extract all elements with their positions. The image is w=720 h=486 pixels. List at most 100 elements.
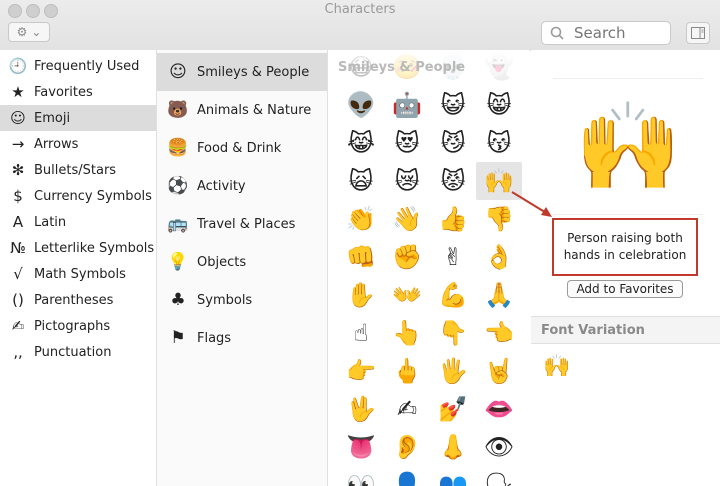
emoji-cell[interactable]: 👋 — [384, 200, 430, 238]
emoji-cell[interactable]: 👌 — [476, 238, 522, 276]
emoji-cell[interactable]: 👐 — [384, 276, 430, 314]
panel-icon — [691, 27, 705, 39]
star-icon: ★ — [11, 83, 25, 101]
emoji-cell[interactable]: ✊ — [384, 238, 430, 276]
bus-icon: 🚌 — [167, 214, 189, 234]
subcategory-list: ☺ Smileys & People 🐻 Animals & Nature 🍔 Food … — [157, 50, 328, 486]
gear-menu-button[interactable]: ⚙ ⌄ — [8, 22, 50, 42]
subcategory-item-animals-nature[interactable]: 🐻 Animals & Nature — [157, 91, 327, 129]
emoji-cell[interactable]: 🤘 — [476, 352, 522, 390]
subcategory-label: Smileys & People — [197, 64, 310, 80]
emoji-cell[interactable]: 😺 — [430, 86, 476, 124]
arrow-icon: → — [11, 135, 25, 153]
category-label: Bullets/Stars — [34, 162, 117, 178]
grid-section-header: Smileys & People — [338, 60, 466, 75]
emoji-cell[interactable]: 👏 — [338, 200, 384, 238]
emoji-cell[interactable]: 🗣 — [476, 466, 522, 486]
characters-window: Characters ⚙ ⌄ 🕘 Frequently Used ★ Favorite… — [0, 0, 720, 486]
category-item-arrows[interactable]: → Arrows — [0, 131, 156, 157]
emoji-cell[interactable]: 😽 — [476, 124, 522, 162]
emoji-grid: Smileys & People 😷🤒💀👻👽🤖😺😸😹😻😼😽🙀😿😾🙌👏👋👍👎👊✊✌… — [328, 50, 530, 486]
search-input[interactable] — [572, 23, 666, 43]
category-item-math-symbols[interactable]: √ Math Symbols — [0, 261, 156, 287]
pictograph-icon: ✍ — [11, 317, 25, 335]
emoji-cell[interactable]: 👽 — [338, 86, 384, 124]
category-item-bullets-stars[interactable]: ✻ Bullets/Stars — [0, 157, 156, 183]
subcategory-label: Food & Drink — [197, 140, 282, 156]
category-item-favorites[interactable]: ★ Favorites — [0, 79, 156, 105]
category-label: Frequently Used — [34, 58, 140, 74]
emoji-cell[interactable]: ✍ — [384, 390, 430, 428]
emoji-cell[interactable]: 🖖 — [338, 390, 384, 428]
soccer-ball-icon: ⚽ — [167, 176, 189, 196]
lightbulb-icon: 💡 — [167, 252, 189, 272]
emoji-cell[interactable]: 👤 — [384, 466, 430, 486]
emoji-cell[interactable]: 🖕 — [384, 352, 430, 390]
emoji-cell[interactable]: ☝ — [338, 314, 384, 352]
numero-icon: № — [10, 239, 26, 257]
emoji-cell[interactable]: 👂 — [384, 428, 430, 466]
font-variant-glyph[interactable]: 🙌 — [543, 354, 570, 379]
search-field[interactable] — [541, 21, 671, 45]
category-label: Arrows — [34, 136, 79, 152]
category-item-latin[interactable]: A Latin — [0, 209, 156, 235]
emoji-cell[interactable]: 👀 — [338, 466, 384, 486]
category-item-pictographs[interactable]: ✍ Pictographs — [0, 313, 156, 339]
category-label: Punctuation — [34, 344, 112, 360]
category-item-frequently-used[interactable]: 🕘 Frequently Used — [0, 53, 156, 79]
subcategory-label: Objects — [197, 254, 247, 270]
category-item-punctuation[interactable]: ‚, Punctuation — [0, 339, 156, 365]
emoji-cell[interactable]: 😾 — [430, 162, 476, 200]
emoji-cell[interactable]: 👊 — [338, 238, 384, 276]
emoji-cell[interactable]: 😼 — [430, 124, 476, 162]
emoji-cell[interactable]: 😻 — [384, 124, 430, 162]
subcategory-item-food-drink[interactable]: 🍔 Food & Drink — [157, 129, 327, 167]
titlebar: Characters ⚙ ⌄ — [0, 0, 720, 51]
add-to-favorites-button[interactable]: Add to Favorites — [567, 280, 683, 298]
subcategory-item-objects[interactable]: 💡 Objects — [157, 243, 327, 281]
emoji-cell[interactable]: 🤖 — [384, 86, 430, 124]
chevron-down-icon: ⌄ — [31, 25, 42, 39]
toggle-detail-panel-button[interactable] — [686, 22, 710, 44]
asterisk-icon: ✻ — [11, 161, 25, 179]
emoji-cell[interactable]: 🙀 — [338, 162, 384, 200]
emoji-cell[interactable]: 😹 — [338, 124, 384, 162]
smiley-icon: ☺ — [10, 109, 26, 127]
subcategory-label: Flags — [197, 330, 232, 346]
subcategory-label: Animals & Nature — [197, 102, 312, 118]
subcategory-item-flags[interactable]: ⚑ Flags — [157, 319, 327, 357]
emoji-cell[interactable]: 👍 — [430, 200, 476, 238]
sqrt-icon: √ — [13, 265, 23, 283]
emoji-cell[interactable]: 🖐 — [430, 352, 476, 390]
emoji-cell[interactable]: 🙏 — [476, 276, 522, 314]
emoji-cell[interactable]: ✌ — [430, 238, 476, 276]
subcategory-item-smileys-people[interactable]: ☺ Smileys & People — [157, 53, 327, 91]
bear-icon: 🐻 — [167, 100, 189, 120]
punctuation-icon: ‚, — [13, 343, 23, 361]
category-item-parentheses[interactable]: () Parentheses — [0, 287, 156, 313]
category-item-letterlike-symbols[interactable]: № Letterlike Symbols — [0, 235, 156, 261]
category-list: 🕘 Frequently Used ★ Favorites ☺ Emoji → Arrows ✻… — [0, 50, 157, 486]
food-icon: 🍔 — [167, 138, 189, 158]
emoji-cell[interactable]: 👆 — [384, 314, 430, 352]
category-item-currency-symbols[interactable]: $ Currency Symbols — [0, 183, 156, 209]
emoji-cell[interactable]: 👅 — [338, 428, 384, 466]
dollar-icon: $ — [13, 187, 23, 205]
emoji-cell[interactable]: 😿 — [384, 162, 430, 200]
emoji-cell[interactable]: 👈 — [476, 314, 522, 352]
subcategory-item-symbols[interactable]: ♣ Symbols — [157, 281, 327, 319]
emoji-cell[interactable]: 😸 — [476, 86, 522, 124]
emoji-cell[interactable]: ✋ — [338, 276, 384, 314]
emoji-cell[interactable]: 💅 — [430, 390, 476, 428]
emoji-cell[interactable]: 👇 — [430, 314, 476, 352]
emoji-cell[interactable]: 👃 — [430, 428, 476, 466]
emoji-cell[interactable]: 👥 — [430, 466, 476, 486]
subcategory-label: Symbols — [197, 292, 253, 308]
subcategory-item-travel-places[interactable]: 🚌 Travel & Places — [157, 205, 327, 243]
emoji-cell[interactable]: 👁 — [476, 428, 522, 466]
emoji-cell[interactable]: 💪 — [430, 276, 476, 314]
category-item-emoji[interactable]: ☺ Emoji — [0, 105, 156, 131]
subcategory-item-activity[interactable]: ⚽ Activity — [157, 167, 327, 205]
emoji-cell[interactable]: 👄 — [476, 390, 522, 428]
emoji-cell[interactable]: 👉 — [338, 352, 384, 390]
